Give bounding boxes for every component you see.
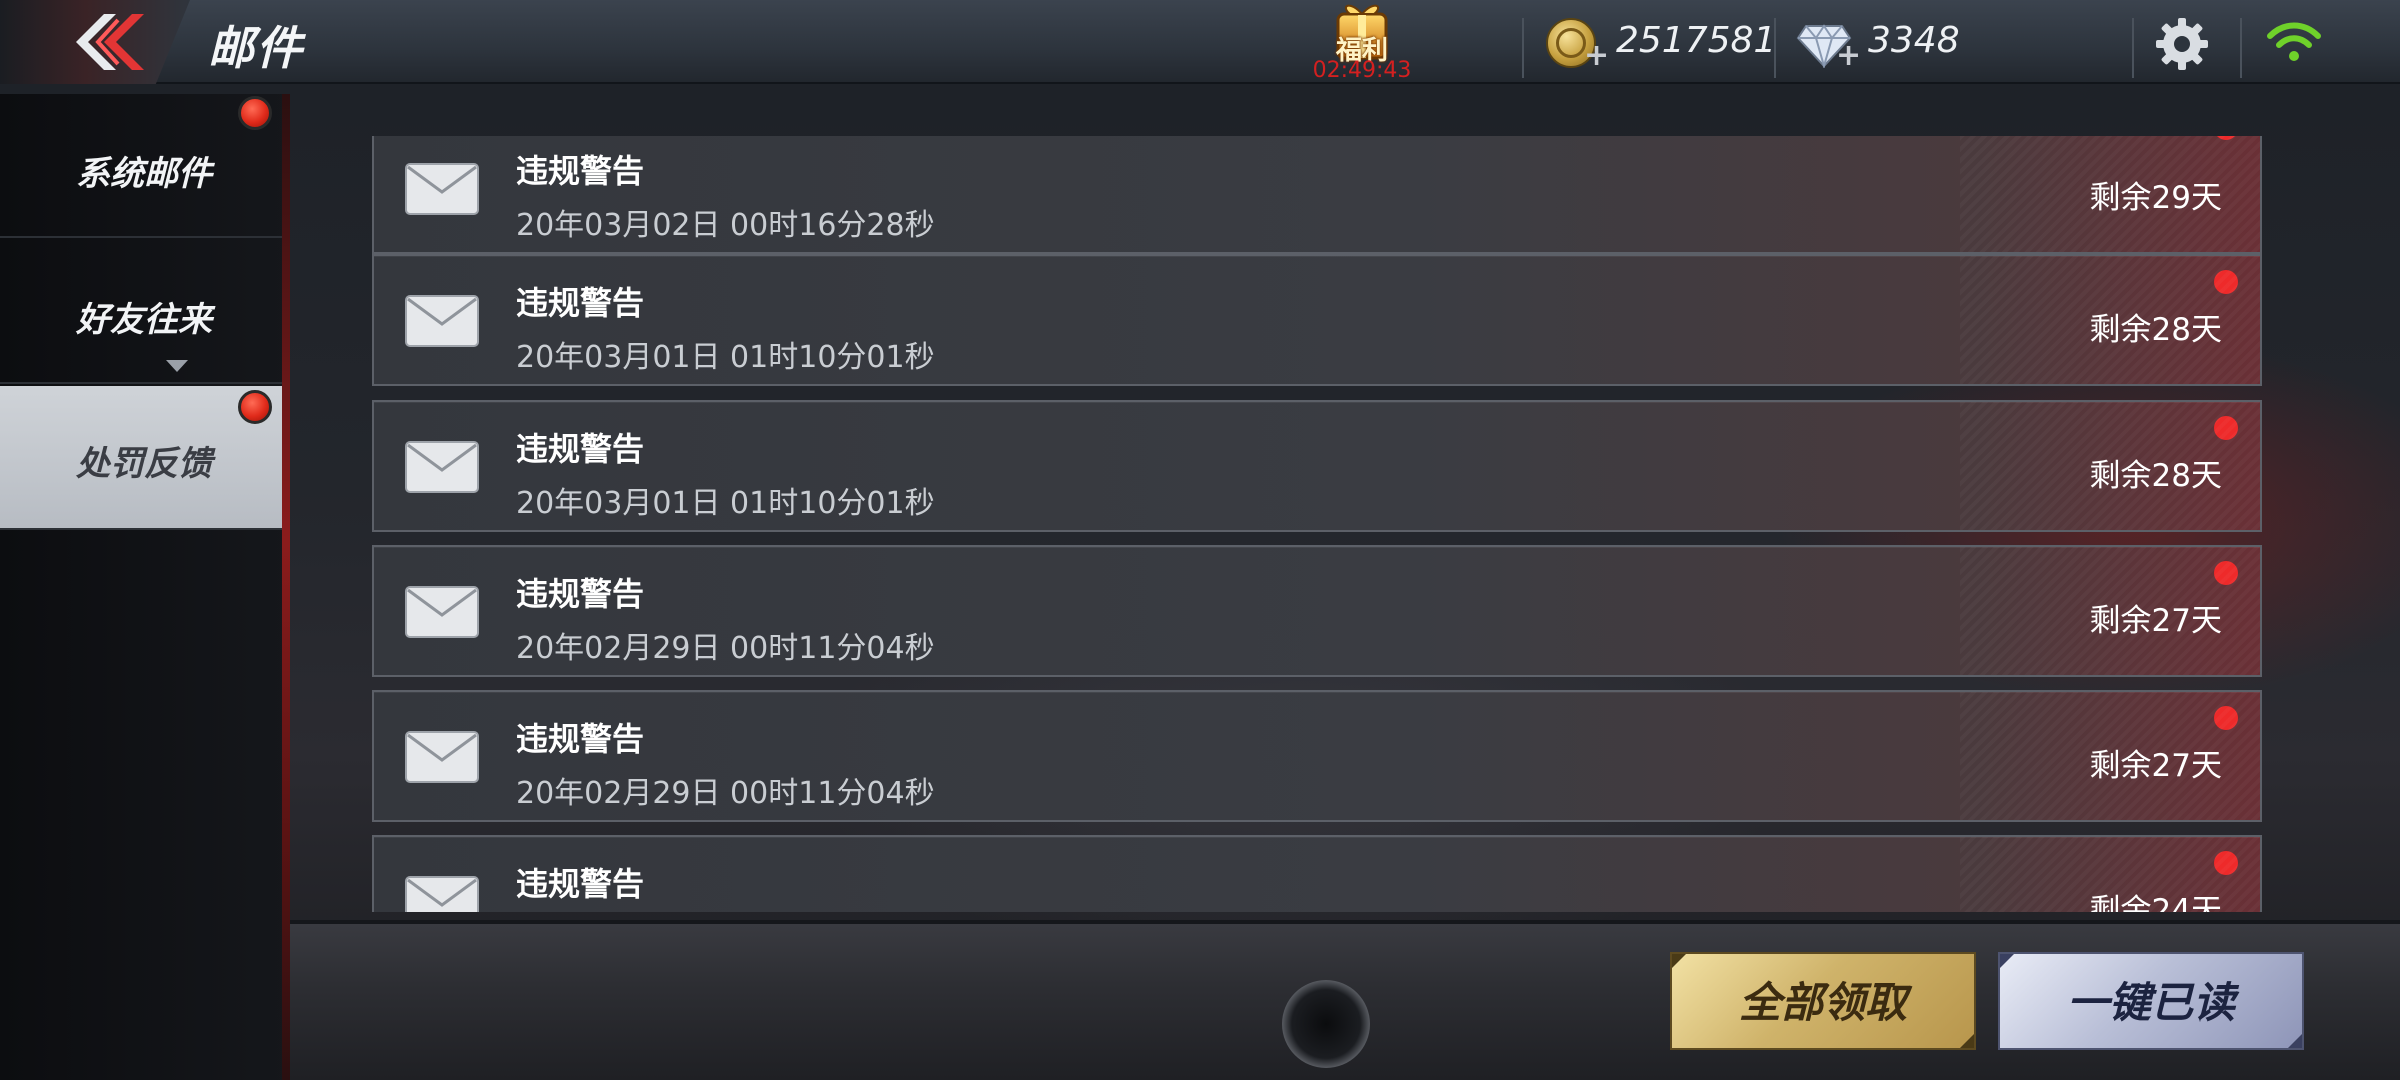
floating-home-button[interactable] <box>1282 980 1370 1068</box>
mail-item[interactable]: 违规警告 20年03月01日 01时10分01秒 剩余28天 <box>372 400 2262 532</box>
add-gold-button[interactable]: + <box>1584 38 1609 73</box>
mail-date: 20年02月29日 00时11分04秒 <box>516 776 935 811</box>
mail-title: 违规警告 <box>516 865 645 903</box>
mail-date: 20年03月02日 00时16分28秒 <box>516 208 935 243</box>
button-corner <box>1960 1034 1974 1048</box>
mail-remaining-days: 剩余27天 <box>2089 603 2222 639</box>
envelope-icon <box>405 731 479 783</box>
unread-dot <box>2214 851 2238 875</box>
notification-dot <box>238 96 272 130</box>
mail-date: 20年03月01日 01时10分01秒 <box>516 486 935 521</box>
mail-item[interactable]: 违规警告 剩余24天 <box>372 835 2262 912</box>
mark-all-read-button[interactable]: 一键已读 <box>1998 952 2304 1050</box>
mail-list[interactable]: 违规警告 20年03月02日 00时16分28秒 剩余29天 违规警告 20年0… <box>372 136 2262 912</box>
back-button[interactable] <box>0 0 190 84</box>
divider <box>2132 18 2134 78</box>
mail-item[interactable]: 违规警告 20年03月02日 00时16分28秒 剩余29天 <box>372 136 2262 254</box>
unread-dot <box>2214 136 2238 140</box>
mail-category-sidebar: 系统邮件 好友往来 处罚反馈 <box>0 94 290 1080</box>
top-bar: 邮件 福利 02:49:43 + 2517581 + 3348 <box>0 0 2400 84</box>
gold-amount: 2517581 <box>1616 20 1777 61</box>
double-chevron-left-icon <box>76 14 144 70</box>
mail-title: 违规警告 <box>516 284 645 322</box>
button-corner <box>2000 954 2014 968</box>
mail-title: 违规警告 <box>516 152 645 190</box>
mail-item[interactable]: 违规警告 20年02月29日 00时11分04秒 剩余27天 <box>372 545 2262 677</box>
button-corner <box>2288 1034 2302 1048</box>
welfare-timer: 02:49:43 <box>1312 58 1412 83</box>
gear-icon[interactable] <box>2154 16 2210 72</box>
mail-remaining-days: 剩余28天 <box>2089 312 2222 348</box>
gold-coin-inner <box>1556 28 1586 58</box>
mail-item[interactable]: 违规警告 20年03月01日 01时10分01秒 剩余28天 <box>372 254 2262 386</box>
mail-remaining-days: 剩余29天 <box>2089 180 2222 216</box>
envelope-icon <box>405 163 479 215</box>
button-corner <box>1672 954 1686 968</box>
mail-title: 违规警告 <box>516 720 645 758</box>
list-bottom-divider <box>290 920 2400 924</box>
sidebar-edge <box>282 94 290 1080</box>
notification-dot <box>238 390 272 424</box>
mail-item[interactable]: 违规警告 20年02月29日 00时11分04秒 剩余27天 <box>372 690 2262 822</box>
envelope-icon <box>405 295 479 347</box>
chevron-down-icon <box>166 360 188 372</box>
tab-label: 好友往来 <box>76 300 212 340</box>
mail-title: 违规警告 <box>516 430 645 468</box>
envelope-icon <box>405 441 479 493</box>
mail-remaining-days: 剩余28天 <box>2089 458 2222 494</box>
tab-label: 处罚反馈 <box>76 444 212 484</box>
collect-all-button[interactable]: 全部领取 <box>1670 952 1976 1050</box>
envelope-icon <box>405 876 479 912</box>
wifi-icon <box>2267 22 2321 61</box>
envelope-icon <box>405 586 479 638</box>
divider <box>1522 18 1524 78</box>
unread-dot <box>2214 561 2238 585</box>
divider <box>2240 18 2242 78</box>
tab-friend-mail[interactable]: 好友往来 <box>0 240 288 384</box>
unread-dot <box>2214 270 2238 294</box>
mail-remaining-days: 剩余27天 <box>2089 748 2222 784</box>
tab-label: 系统邮件 <box>76 154 212 194</box>
mail-date: 20年02月29日 00时11分04秒 <box>516 631 935 666</box>
add-diamond-button[interactable]: + <box>1836 38 1861 73</box>
mail-remaining-days: 剩余24天 <box>2089 893 2222 912</box>
diamond-amount: 3348 <box>1868 20 1960 61</box>
unread-dot <box>2214 706 2238 730</box>
divider <box>1774 18 1776 78</box>
mail-title: 违规警告 <box>516 575 645 613</box>
mail-date: 20年03月01日 01时10分01秒 <box>516 340 935 375</box>
page-title: 邮件 <box>208 21 304 75</box>
unread-dot <box>2214 416 2238 440</box>
